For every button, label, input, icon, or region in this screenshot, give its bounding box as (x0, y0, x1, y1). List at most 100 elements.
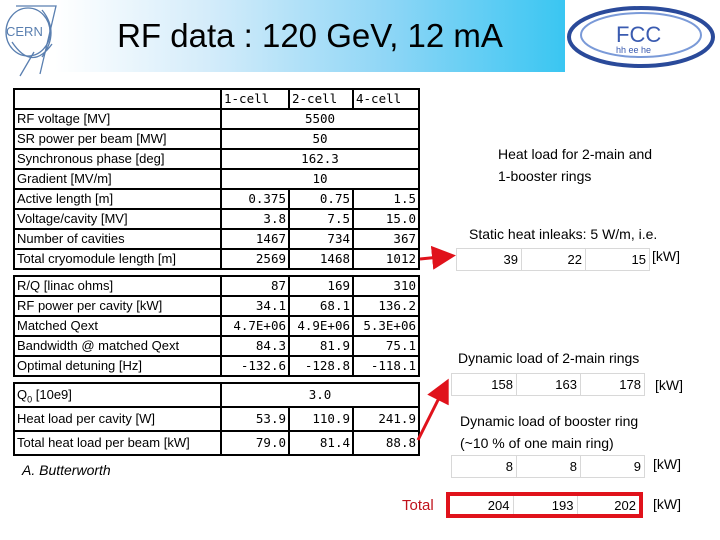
cell-2cell: 4.9E+06 (288, 315, 354, 337)
table-row: Bandwidth @ matched Qext 84.3 81.9 75.1 (13, 335, 420, 357)
dynamic-booster-line2: (~10 % of one main ring) (460, 435, 614, 451)
cell-4cell: 367 (352, 228, 420, 250)
cell-4cell: 1.5 (352, 188, 420, 210)
cell-4cell: 136.2 (352, 295, 420, 317)
heat-load-heading: Heat load for 2-main and 1-booster rings (498, 143, 652, 187)
row-label: Synchronous phase [deg] (13, 148, 222, 170)
table-row: RF power per cavity [kW] 34.1 68.1 136.2 (13, 295, 420, 317)
table-row: Synchronous phase [deg] 162.3 (13, 148, 420, 170)
cern-logo: CERN (5, 5, 57, 77)
static-heat-values: 39 22 15 (456, 248, 650, 271)
column-header-4cell: 4-cell (352, 88, 420, 110)
dynamic-booster-line1: Dynamic load of booster ring (460, 413, 639, 429)
row-value: 50 (220, 128, 420, 150)
column-header-1cell: 1-cell (220, 88, 290, 110)
cell-2cell: 0.75 (288, 188, 354, 210)
row-value: 10 (220, 168, 420, 190)
table-row: Optimal detuning [Hz] -132.6 -128.8 -118… (13, 355, 420, 377)
table-row: Matched Qext 4.7E+06 4.9E+06 5.3E+06 (13, 315, 420, 337)
table-row: Gradient [MV/m] 10 (13, 168, 420, 190)
q0-value: 3.0 (220, 382, 420, 408)
dyn-booster-1cell: 8 (451, 455, 517, 478)
static-1cell: 39 (456, 248, 522, 271)
row-label: Optimal detuning [Hz] (13, 355, 222, 377)
cell-1cell: 53.9 (220, 406, 290, 432)
cell-2cell: 81.9 (288, 335, 354, 357)
table-row: Q0 [10e9] 3.0 (13, 382, 420, 408)
table-row: Total heat load per beam [kW] 79.0 81.4 … (13, 430, 420, 456)
row-value: 162.3 (220, 148, 420, 170)
author-credit: A. Butterworth (22, 462, 111, 478)
cell-1cell: 87 (220, 275, 290, 297)
cell-1cell: 34.1 (220, 295, 290, 317)
static-2cell: 22 (521, 248, 586, 271)
arrow-to-dynamic (416, 378, 449, 441)
cell-2cell: 7.5 (288, 208, 354, 230)
table-row: Number of cavities 1467 734 367 (13, 228, 420, 250)
cern-logo-text: CERN (6, 24, 43, 39)
row-label: Bandwidth @ matched Qext (13, 335, 222, 357)
static-4cell: 15 (585, 248, 650, 271)
heat-load-table: Q0 [10e9] 3.0 Heat load per cavity [W] 5… (13, 382, 420, 456)
total-1cell: 204 (447, 493, 514, 517)
dynamic-main-label: Dynamic load of 2-main rings (458, 350, 640, 366)
cell-4cell: 1012 (352, 248, 420, 270)
cell-2cell: -128.8 (288, 355, 354, 377)
dynamic-booster-values: 8 8 9 (451, 455, 645, 478)
cell-2cell: 81.4 (288, 430, 354, 456)
cell-4cell: 5.3E+06 (352, 315, 420, 337)
header-empty-cell (13, 88, 222, 110)
table-row: SR power per beam [MW] 50 (13, 128, 420, 150)
dyn-main-4cell: 178 (580, 373, 645, 396)
fcc-logo-text: FCC (616, 22, 661, 47)
dyn-main-1cell: 158 (451, 373, 517, 396)
row-label: SR power per beam [MW] (13, 128, 222, 150)
dynamic-booster-label: Dynamic load of booster ring (~10 % of o… (460, 410, 638, 454)
heat-load-heading-line1: Heat load for 2-main and (498, 146, 653, 162)
cell-1cell: 4.7E+06 (220, 315, 290, 337)
row-label: Active length [m] (13, 188, 222, 210)
cell-1cell: -132.6 (220, 355, 290, 377)
page-title: RF data : 120 GeV, 12 mA (117, 17, 503, 54)
total-4cell: 202 (576, 493, 642, 517)
cell-1cell: 79.0 (220, 430, 290, 456)
row-label: RF voltage [MV] (13, 108, 222, 130)
row-label: Gradient [MV/m] (13, 168, 222, 190)
cell-1cell: 84.3 (220, 335, 290, 357)
cell-4cell: 15.0 (352, 208, 420, 230)
cell-4cell: -118.1 (352, 355, 420, 377)
total-row: 204 193 202 (447, 493, 642, 517)
total-label: Total (402, 497, 434, 514)
dynamic-booster-unit: [kW] (653, 456, 681, 472)
heat-load-heading-line2: 1-booster rings (498, 168, 592, 184)
static-heat-label: Static heat inleaks: 5 W/m, i.e. (469, 226, 658, 242)
table-header-row: 1-cell 2-cell 4-cell (13, 88, 420, 110)
row-value: 5500 (220, 108, 420, 130)
row-label-q0: Q0 [10e9] (13, 382, 222, 408)
cavity-parameters-table: R/Q [linac ohms] 87 169 310 RF power per… (13, 275, 420, 377)
q0-unit: [10e9] (32, 387, 72, 402)
dynamic-booster-row: 8 8 9 (451, 455, 645, 478)
fcc-logo: FCC hh ee he (567, 6, 715, 68)
table-row: RF voltage [MV] 5500 (13, 108, 420, 130)
static-unit: [kW] (652, 248, 680, 264)
row-label: Voltage/cavity [MV] (13, 208, 222, 230)
table-row: Heat load per cavity [W] 53.9 110.9 241.… (13, 406, 420, 432)
column-header-2cell: 2-cell (288, 88, 354, 110)
dyn-main-2cell: 163 (516, 373, 581, 396)
cell-2cell: 169 (288, 275, 354, 297)
cell-1cell: 3.8 (220, 208, 290, 230)
cell-2cell: 734 (288, 228, 354, 250)
dyn-booster-2cell: 8 (516, 455, 581, 478)
table-row: Active length [m] 0.375 0.75 1.5 (13, 188, 420, 210)
row-label: Total cryomodule length [m] (13, 248, 222, 270)
cell-1cell: 1467 (220, 228, 290, 250)
table-row: R/Q [linac ohms] 87 169 310 (13, 275, 420, 297)
cell-4cell: 310 (352, 275, 420, 297)
row-label: R/Q [linac ohms] (13, 275, 222, 297)
dynamic-main-unit: [kW] (655, 377, 683, 393)
row-label: RF power per cavity [kW] (13, 295, 222, 317)
row-label: Number of cavities (13, 228, 222, 250)
arrow-to-static (419, 245, 456, 270)
cell-1cell: 2569 (220, 248, 290, 270)
